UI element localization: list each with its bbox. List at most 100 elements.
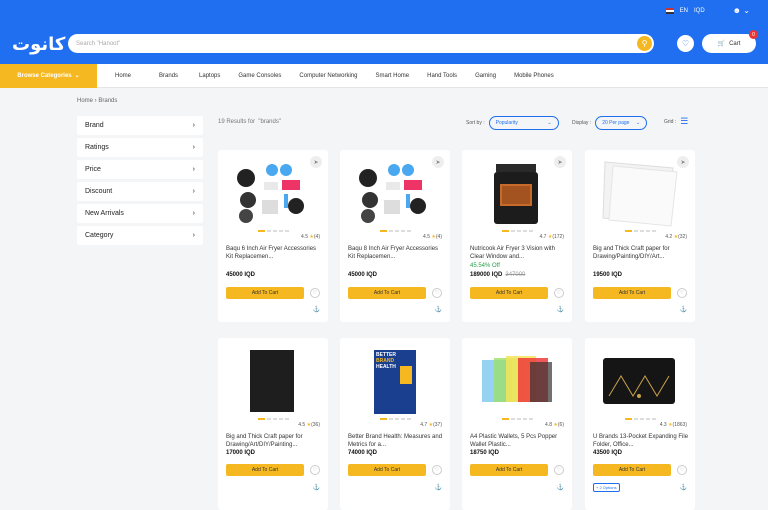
search-placeholder: Search "Hanoot" xyxy=(76,40,121,47)
search-icon[interactable]: ⚲ xyxy=(637,36,652,51)
product-name[interactable]: Better Brand Health: Measures and Metric… xyxy=(348,433,444,449)
delivery-icon: ⚓ xyxy=(679,485,687,491)
image-dots xyxy=(380,418,411,420)
add-to-cart-button[interactable]: Add To Cart xyxy=(593,464,671,476)
product-price: 45000 IQD xyxy=(226,272,256,278)
nav-item-brands[interactable]: Brands xyxy=(159,73,178,79)
delivery-icon: ⚓ xyxy=(434,307,442,313)
cart-count-badge: 0 xyxy=(749,30,758,39)
product-name[interactable]: Big and Thick Craft paper for Drawing/Ar… xyxy=(226,433,322,449)
product-price: 19500 IQD xyxy=(593,272,623,278)
rating: 4.2 ★(32) xyxy=(665,234,687,240)
filter-discount[interactable]: Discount › xyxy=(77,182,203,201)
filter-brand[interactable]: Brand › xyxy=(77,116,203,135)
product-name[interactable]: U Brands 13-Pocket Expanding File Folder… xyxy=(593,433,689,449)
share-icon[interactable]: ➤ xyxy=(554,156,566,168)
display-select[interactable]: 20 Per page ⌄ xyxy=(595,116,648,130)
breadcrumb-current: Brands xyxy=(98,98,118,104)
product-card[interactable]: 4.8 ★(6) A4 Plastic Wallets, 5 Pcs Poppe… xyxy=(462,338,572,510)
product-image[interactable] xyxy=(476,346,556,416)
rating: 4.7 ★(172) xyxy=(539,234,564,240)
wishlist-icon[interactable]: ♡ xyxy=(432,288,442,298)
book-cover-text: BETTER BRAND HEALTH xyxy=(376,352,396,370)
wishlist-icon[interactable]: ♡ xyxy=(677,465,687,475)
filter-new-arrivals[interactable]: New Arrivals › xyxy=(77,204,203,223)
nav-item-computer-networking[interactable]: Computer Networking xyxy=(299,73,357,79)
product-card[interactable]: 4.3 ★(1863) U Brands 13-Pocket Expanding… xyxy=(585,338,695,510)
product-price: 43500 IQD xyxy=(593,450,623,456)
product-image[interactable] xyxy=(232,346,312,416)
breadcrumb-home[interactable]: Home xyxy=(77,98,93,104)
currency-selector[interactable]: IQD xyxy=(694,8,705,14)
nav-item-hand-tools[interactable]: Hand Tools xyxy=(427,73,457,79)
language-selector[interactable]: EN xyxy=(680,8,688,14)
product-name[interactable]: Big and Thick Craft paper for Drawing/Pa… xyxy=(593,245,689,261)
product-card[interactable]: ➤ 4.2 ★(32) Big and Thick Craft paper fo… xyxy=(585,150,695,322)
product-name[interactable]: A4 Plastic Wallets, 5 Pcs Popper Wallet … xyxy=(470,433,566,449)
filter-category[interactable]: Category › xyxy=(77,226,203,245)
wishlist-icon[interactable]: ♡ xyxy=(432,465,442,475)
filter-ratings[interactable]: Ratings › xyxy=(77,138,203,157)
product-name[interactable]: Baqu 6 Inch Air Fryer Accessories Kit Re… xyxy=(226,245,322,261)
grid-control: Grid : ☰ xyxy=(664,116,689,127)
share-icon[interactable]: ➤ xyxy=(310,156,322,168)
nav-item-smart-home[interactable]: Smart Home xyxy=(375,73,409,79)
product-image[interactable] xyxy=(599,346,679,416)
wishlist-icon[interactable]: ♡ xyxy=(310,465,320,475)
add-to-cart-button[interactable]: Add To Cart xyxy=(470,287,548,299)
wishlist-icon[interactable]: ♡ xyxy=(554,288,564,298)
nav-item-mobile-phones[interactable]: Mobile Phones xyxy=(514,73,554,79)
heart-icon[interactable]: ♡ xyxy=(677,35,694,52)
product-name[interactable]: Nutricook Air Fryer 3 Vision with Clear … xyxy=(470,245,566,261)
product-card[interactable]: ➤ 4.5 ★(4) Baqu 8 Inch Air Fryer Accesso… xyxy=(340,150,450,322)
add-to-cart-button[interactable]: Add To Cart xyxy=(226,287,304,299)
cart-icon: 🛒 xyxy=(717,41,726,47)
delivery-icon: ⚓ xyxy=(556,485,564,491)
product-card[interactable]: ➤ 4.5 ★(4) Baqu 6 Inch Air Fryer Accesso… xyxy=(218,150,328,322)
sort-select[interactable]: Popularity ⌄ xyxy=(488,116,559,130)
product-price: 17000 IQD xyxy=(226,450,256,456)
options-badge[interactable]: + 2 Options xyxy=(593,483,620,492)
share-icon[interactable]: ➤ xyxy=(432,156,444,168)
product-image[interactable] xyxy=(476,158,556,228)
wishlist-icon[interactable]: ♡ xyxy=(677,288,687,298)
image-dots xyxy=(625,418,656,420)
list-grid-icon[interactable]: ☰ xyxy=(680,116,688,127)
breadcrumb: Home › Brands xyxy=(77,98,118,104)
wishlist-icon[interactable]: ♡ xyxy=(554,465,564,475)
logo[interactable]: كانوت xyxy=(12,34,65,55)
product-card[interactable]: 4.5 ★(36) Big and Thick Craft paper for … xyxy=(218,338,328,510)
add-to-cart-button[interactable]: Add To Cart xyxy=(348,464,426,476)
add-to-cart-button[interactable]: Add To Cart xyxy=(470,464,548,476)
share-icon[interactable]: ➤ xyxy=(677,156,689,168)
product-card[interactable]: BETTER BRAND HEALTH 4.7 ★(37) Better Brand… xyxy=(340,338,450,510)
add-to-cart-button[interactable]: Add To Cart xyxy=(226,464,304,476)
product-image[interactable] xyxy=(354,158,434,228)
image-dots xyxy=(258,418,289,420)
wishlist-icon[interactable]: ♡ xyxy=(310,288,320,298)
image-dots xyxy=(258,230,289,232)
add-to-cart-button[interactable]: Add To Cart xyxy=(348,287,426,299)
product-image[interactable] xyxy=(599,158,679,228)
chevron-right-icon: › xyxy=(192,232,195,239)
image-dots xyxy=(625,230,656,232)
nav-item-gaming[interactable]: Gaming xyxy=(475,73,496,79)
filter-price[interactable]: Price › xyxy=(77,160,203,179)
browse-categories-button[interactable]: Browse Categories ⌄ xyxy=(0,63,97,88)
image-dots xyxy=(502,230,533,232)
chevron-down-icon: ⌄ xyxy=(635,120,641,126)
nav-item-home[interactable]: Home xyxy=(115,73,131,79)
search-input[interactable]: Search "Hanoot" ⚲ xyxy=(68,34,654,53)
display-control: Display : 20 Per page ⌄ xyxy=(572,116,648,130)
user-icon[interactable]: ☻ ⌄ xyxy=(733,6,750,15)
product-card[interactable]: ➤ 4.7 ★(172) Nutricook Air Fryer 3 Visio… xyxy=(462,150,572,322)
product-image[interactable] xyxy=(232,158,312,228)
nav-item-laptops[interactable]: Laptops xyxy=(199,73,220,79)
cart-button[interactable]: 🛒 Cart 0 xyxy=(702,30,758,53)
product-name[interactable]: Baqu 8 Inch Air Fryer Accessories Kit Re… xyxy=(348,245,444,261)
image-dots xyxy=(380,230,411,232)
add-to-cart-button[interactable]: Add To Cart xyxy=(593,287,671,299)
main-nav: Browse Categories ⌄ Home Brands Laptops G… xyxy=(0,63,768,88)
nav-item-game-consoles[interactable]: Game Consoles xyxy=(238,73,281,79)
rating: 4.7 ★(37) xyxy=(420,422,442,428)
